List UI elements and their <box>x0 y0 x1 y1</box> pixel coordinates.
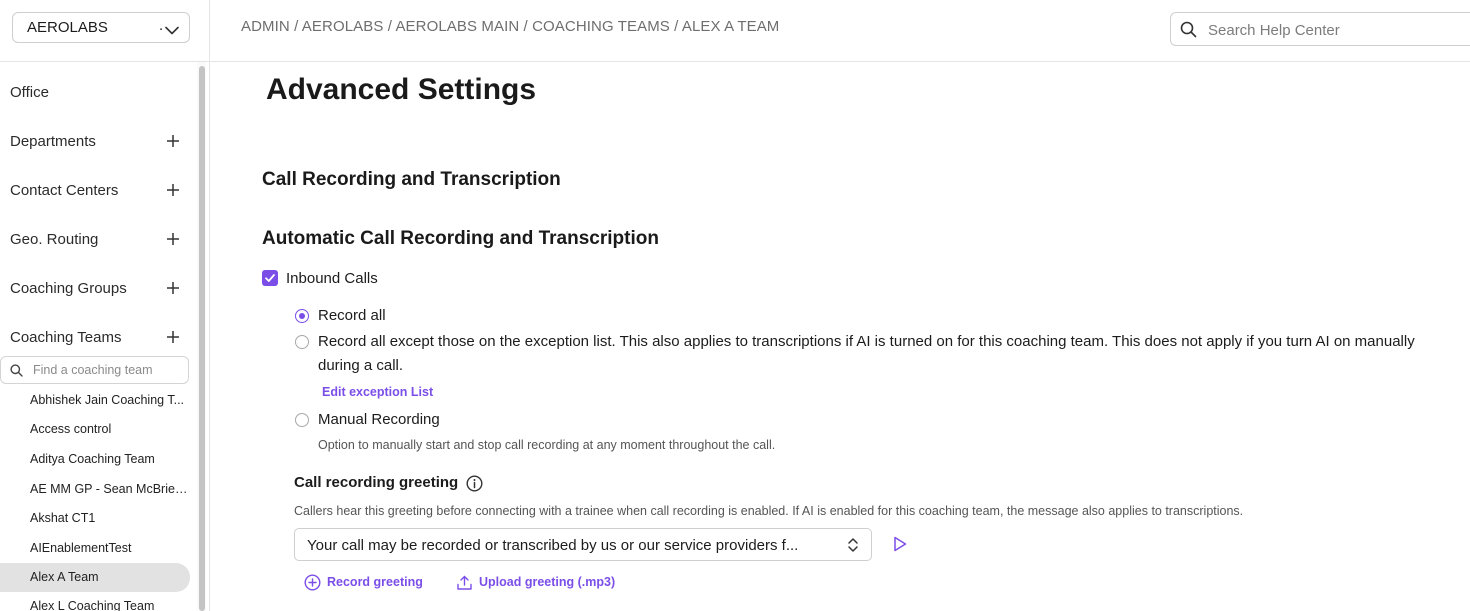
plus-icon[interactable] <box>166 183 180 202</box>
search-icon <box>10 364 23 382</box>
sidebar-divider <box>0 61 209 62</box>
page-title: Advanced Settings <box>266 73 537 106</box>
team-list-item[interactable]: AIEnablementTest <box>0 534 190 563</box>
team-label: Aditya Coaching Team <box>30 452 155 466</box>
coaching-team-search <box>0 356 189 384</box>
sidebar-item-coaching-groups[interactable]: Coaching Groups <box>0 275 195 303</box>
team-list-item[interactable]: Alex L Coaching Team <box>0 592 190 611</box>
sidebar-item-label: Coaching Teams <box>10 329 122 346</box>
team-label: AE MM GP - Sean McBrien... <box>30 482 188 496</box>
inbound-calls-checkbox[interactable] <box>262 270 278 286</box>
record-except-radio[interactable] <box>295 335 309 349</box>
edit-exception-list-link[interactable]: Edit exception List <box>322 385 433 399</box>
team-list-item[interactable]: Abhishek Jain Coaching T... <box>0 386 190 415</box>
org-suffix: . <box>159 17 164 34</box>
checkmark-icon <box>265 274 275 282</box>
top-bar: ADMIN / AEROLABS / AEROLABS MAIN / COACH… <box>210 0 1470 62</box>
updown-chevron-icon <box>847 537 859 558</box>
record-all-label: Record all <box>318 307 386 324</box>
greeting-description: Callers hear this greeting before connec… <box>294 504 1244 518</box>
breadcrumb[interactable]: ADMIN / AEROLABS / AEROLABS MAIN / COACH… <box>241 18 779 35</box>
manual-recording-label: Manual Recording <box>318 411 440 428</box>
upload-icon <box>456 574 473 596</box>
team-list-item[interactable]: Akshat CT1 <box>0 504 190 533</box>
info-icon[interactable] <box>466 475 483 497</box>
team-list-item[interactable]: Access control <box>0 415 190 444</box>
plus-icon[interactable] <box>166 330 180 349</box>
subsection-title: Automatic Call Recording and Transcripti… <box>262 228 659 249</box>
coaching-team-search-input[interactable] <box>33 361 183 379</box>
record-all-radio[interactable] <box>295 309 309 323</box>
manual-recording-helper: Option to manually start and stop call r… <box>318 438 776 452</box>
help-center-search-input[interactable] <box>1208 20 1468 40</box>
sidebar-item-departments[interactable]: Departments <box>0 128 195 156</box>
team-label: AIEnablementTest <box>30 541 132 555</box>
sidebar-scrollbar-thumb[interactable] <box>199 66 205 611</box>
team-label: Alex A Team <box>30 570 99 584</box>
plus-icon[interactable] <box>166 281 180 300</box>
sidebar-item-coaching-teams[interactable]: Coaching Teams <box>0 324 195 352</box>
upload-greeting-label: Upload greeting (.mp3) <box>479 575 616 589</box>
sidebar-item-label: Coaching Groups <box>10 280 127 297</box>
greeting-title: Call recording greeting <box>294 474 459 491</box>
sidebar-item-office[interactable]: Office <box>0 79 195 107</box>
main-content: Advanced Settings Call Recording and Tra… <box>210 62 1470 611</box>
search-icon <box>1180 21 1197 43</box>
plus-icon[interactable] <box>166 232 180 251</box>
sidebar-item-label: Geo. Routing <box>10 231 99 248</box>
manual-recording-radio[interactable] <box>295 413 309 427</box>
sidebar-item-label: Contact Centers <box>10 182 119 199</box>
sidebar-item-label: Departments <box>10 133 96 150</box>
help-center-search <box>1170 12 1470 46</box>
add-circle-icon <box>304 574 321 596</box>
team-label: Access control <box>30 422 112 436</box>
inbound-calls-label: Inbound Calls <box>286 270 378 287</box>
record-except-label: Record all except those on the exception… <box>318 333 1415 374</box>
record-greeting-button[interactable]: Record greeting <box>304 573 434 593</box>
org-name: AEROLABS <box>27 19 108 36</box>
record-greeting-label: Record greeting <box>327 575 423 589</box>
org-selector[interactable]: AEROLABS . <box>12 12 190 43</box>
team-list-item[interactable]: Aditya Coaching Team <box>0 445 190 474</box>
team-list-item-selected[interactable]: Alex A Team <box>0 563 190 592</box>
section-title: Call Recording and Transcription <box>262 169 561 190</box>
sidebar-item-label: Office <box>10 84 49 101</box>
greeting-select[interactable]: Your call may be recorded or transcribed… <box>294 528 872 561</box>
plus-icon[interactable] <box>166 134 180 153</box>
sidebar-item-contact-centers[interactable]: Contact Centers <box>0 177 195 205</box>
sidebar: AEROLABS . Office Departments Contact Ce… <box>0 0 210 611</box>
upload-greeting-button[interactable]: Upload greeting (.mp3) <box>456 573 626 593</box>
team-label: Alex L Coaching Team <box>30 599 155 611</box>
team-label: Akshat CT1 <box>30 511 96 525</box>
sidebar-item-geo-routing[interactable]: Geo. Routing <box>0 226 195 254</box>
team-label: Abhishek Jain Coaching T... <box>30 393 185 407</box>
play-icon[interactable] <box>893 536 907 557</box>
chevron-down-icon <box>165 22 179 40</box>
team-list-item[interactable]: AE MM GP - Sean McBrien... <box>0 475 190 504</box>
greeting-select-value: Your call may be recorded or transcribed… <box>307 537 799 554</box>
